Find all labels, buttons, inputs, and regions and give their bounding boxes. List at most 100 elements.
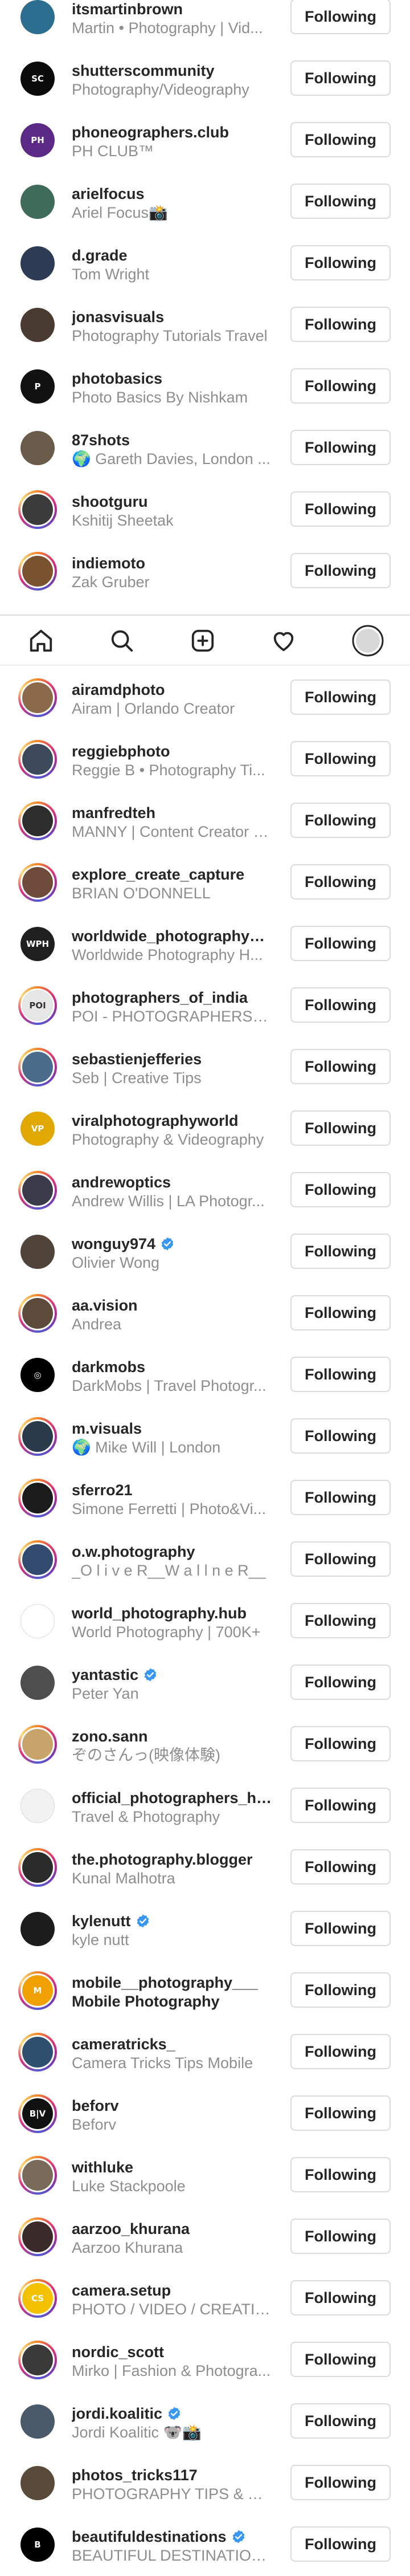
following-button[interactable]: Following xyxy=(290,1972,391,2008)
list-item[interactable]: kylenutt kyle nutt Following xyxy=(0,1898,410,1960)
list-item[interactable]: cameratricks_ Camera Tricks Tips Mobile Fo… xyxy=(0,2021,410,2083)
following-button[interactable]: Following xyxy=(290,803,391,838)
avatar-frame[interactable]: WPH xyxy=(18,925,57,963)
account-info[interactable]: shootguru Kshitij Sheetak xyxy=(72,493,272,530)
following-button[interactable]: Following xyxy=(290,245,391,280)
list-item[interactable]: B|V beforv Beforv Following xyxy=(0,2083,410,2144)
story-ring[interactable] xyxy=(18,490,57,529)
avatar-frame[interactable] xyxy=(18,1910,57,1948)
following-button[interactable]: Following xyxy=(290,60,391,96)
account-info[interactable]: aarzoo_khurana Aarzoo Khurana xyxy=(72,2220,272,2257)
list-item[interactable]: PH phoneographers.club PH CLUB™ Following xyxy=(0,109,410,171)
story-ring[interactable] xyxy=(18,678,57,717)
story-ring[interactable]: CS xyxy=(18,2279,57,2318)
story-ring[interactable] xyxy=(18,1417,57,1456)
avatar-frame[interactable] xyxy=(18,0,57,36)
search-tab[interactable] xyxy=(105,624,139,658)
account-info[interactable]: world_photography.hub World Photography |… xyxy=(72,1604,272,1642)
following-button[interactable]: Following xyxy=(290,2034,391,2069)
list-item[interactable]: zono.sann ぞのさんっ(映像体験) Following xyxy=(0,1714,410,1775)
account-info[interactable]: beforv Beforv xyxy=(72,2097,272,2134)
account-info[interactable]: camera.setup PHOTO / VIDEO / CREATIV... xyxy=(72,2281,272,2319)
account-info[interactable]: manfredteh MANNY | Content Creator | ... xyxy=(72,804,272,841)
account-info[interactable]: nordic_scott Mirko | Fashion & Photogra..… xyxy=(72,2343,272,2380)
profile-tab[interactable] xyxy=(351,624,385,658)
following-button[interactable]: Following xyxy=(290,2342,391,2377)
list-item[interactable]: explore_create_capture BRIAN O'DONNELL Fol… xyxy=(0,852,410,913)
home-tab[interactable] xyxy=(24,624,58,658)
account-info[interactable]: airamdphoto Airam | Orlando Creator xyxy=(72,681,272,718)
avatar-frame[interactable] xyxy=(18,1663,57,1702)
avatar-frame[interactable]: ◎ xyxy=(18,1356,57,1394)
following-button[interactable]: Following xyxy=(290,1911,391,1946)
account-info[interactable]: worldwide_photography_hub Worldwide Photo… xyxy=(72,927,272,965)
account-info[interactable]: andrewoptics Andrew Willis | LA Photogr..… xyxy=(72,1173,272,1211)
account-info[interactable]: itsmartinbrown Martin • Photography | Vid… xyxy=(72,0,272,38)
list-item[interactable]: andrewoptics Andrew Willis | LA Photogr..… xyxy=(0,1159,410,1221)
list-item[interactable]: CS camera.setup PHOTO / VIDEO / CREATIV...… xyxy=(0,2268,410,2329)
following-button[interactable]: Following xyxy=(290,1665,391,1700)
following-button[interactable]: Following xyxy=(290,1726,391,1761)
list-item[interactable]: ◎ darkmobs DarkMobs | Travel Photogr... Fol… xyxy=(0,1344,410,1406)
following-button[interactable]: Following xyxy=(290,987,391,1023)
list-item[interactable]: world_photography.hub World Photography |… xyxy=(0,1590,410,1652)
following-button[interactable]: Following xyxy=(290,430,391,465)
account-info[interactable]: 87shots 🌍 Gareth Davies, London ... xyxy=(72,431,272,469)
list-item[interactable]: arielfocus Ariel Focus📸 Following xyxy=(0,171,410,233)
story-ring[interactable]: POI xyxy=(18,986,57,1025)
following-button[interactable]: Following xyxy=(290,553,391,588)
story-ring[interactable] xyxy=(18,2341,57,2379)
new-post-tab[interactable] xyxy=(186,624,220,658)
following-button[interactable]: Following xyxy=(290,1418,391,1454)
list-item[interactable]: indiemoto Zak Gruber Following xyxy=(0,540,410,602)
avatar-frame[interactable] xyxy=(18,2402,57,2441)
list-item[interactable]: photos_tricks117 PHOTOGRAPHY TIPS & TR...… xyxy=(0,2452,410,2514)
list-item[interactable]: jonasvisuals Photography Tutorials Travel… xyxy=(0,294,410,356)
list-item[interactable]: official_photographers_hub Travel & Photo… xyxy=(0,1775,410,1837)
following-button[interactable]: Following xyxy=(290,1541,391,1577)
story-ring[interactable]: B|V xyxy=(18,2094,57,2133)
following-button[interactable]: Following xyxy=(290,491,391,527)
avatar-frame[interactable] xyxy=(18,182,57,221)
list-item[interactable]: sebastienjefferies Seb | Creative Tips Fol… xyxy=(0,1036,410,1098)
account-info[interactable]: sferro21 Simone Ferretti | Photo&Vi... xyxy=(72,1481,272,1519)
account-info[interactable]: jonasvisuals Photography Tutorials Travel xyxy=(72,308,272,345)
list-item[interactable]: Mmobile__photography___ Mobile Photograph… xyxy=(0,1960,410,2021)
story-ring[interactable] xyxy=(18,1479,57,1517)
list-item[interactable]: yantastic Peter Yan Following xyxy=(0,1652,410,1714)
account-info[interactable]: cameratricks_ Camera Tricks Tips Mobile xyxy=(72,2035,272,2073)
list-item[interactable]: d.grade Tom Wright Following xyxy=(0,233,410,294)
list-item[interactable]: the.photography.blogger Kunal Malhotra Fol… xyxy=(0,1837,410,1898)
following-button[interactable]: Following xyxy=(290,1234,391,1269)
following-button[interactable]: Following xyxy=(290,2280,391,2315)
story-ring[interactable] xyxy=(18,1294,57,1333)
avatar-frame[interactable]: SC xyxy=(18,59,57,98)
activity-tab[interactable] xyxy=(266,624,301,658)
following-button[interactable]: Following xyxy=(290,1480,391,1515)
list-item[interactable]: m.visuals 🌍 Mike Will | London Following xyxy=(0,1406,410,1467)
list-item[interactable]: VP viralphotographyworld Photography & Vid… xyxy=(0,1098,410,1159)
avatar-frame[interactable]: B xyxy=(18,2525,57,2564)
story-ring[interactable] xyxy=(18,740,57,779)
following-button[interactable]: Following xyxy=(290,1357,391,1392)
account-info[interactable]: explore_create_capture BRIAN O'DONNELL xyxy=(72,865,272,903)
following-button[interactable]: Following xyxy=(290,368,391,404)
following-button[interactable]: Following xyxy=(290,1172,391,1207)
account-info[interactable]: mobile__photography___ Mobile Photography xyxy=(72,1973,272,2011)
story-ring[interactable] xyxy=(18,2156,57,2195)
account-info[interactable]: arielfocus Ariel Focus📸 xyxy=(72,185,272,222)
account-info[interactable]: aa.vision Andrea xyxy=(72,1296,272,1334)
following-button[interactable]: Following xyxy=(290,926,391,961)
list-item[interactable]: Pphotobasics Photo Basics By Nishkam Follo… xyxy=(0,356,410,417)
account-info[interactable]: viralphotographyworld Photography & Video… xyxy=(72,1112,272,1149)
story-ring[interactable] xyxy=(18,2217,57,2256)
account-info[interactable]: sebastienjefferies Seb | Creative Tips xyxy=(72,1050,272,1088)
list-item[interactable]: shootguru Kshitij Sheetak Following xyxy=(0,479,410,540)
list-item[interactable]: withluke Luke Stackpoole Following xyxy=(0,2144,410,2206)
account-info[interactable]: withluke Luke Stackpoole xyxy=(72,2158,272,2196)
list-item[interactable]: airamdphoto Airam | Orlando Creator Follow… xyxy=(0,667,410,729)
story-ring[interactable] xyxy=(18,1540,57,1579)
account-info[interactable]: beautifuldestinations BEAUTIFUL DESTINATI… xyxy=(72,2528,272,2565)
list-item[interactable]: Bbeautifuldestinations BEAUTIFUL DESTINAT… xyxy=(0,2514,410,2575)
account-info[interactable]: indiemoto Zak Gruber xyxy=(72,554,272,592)
